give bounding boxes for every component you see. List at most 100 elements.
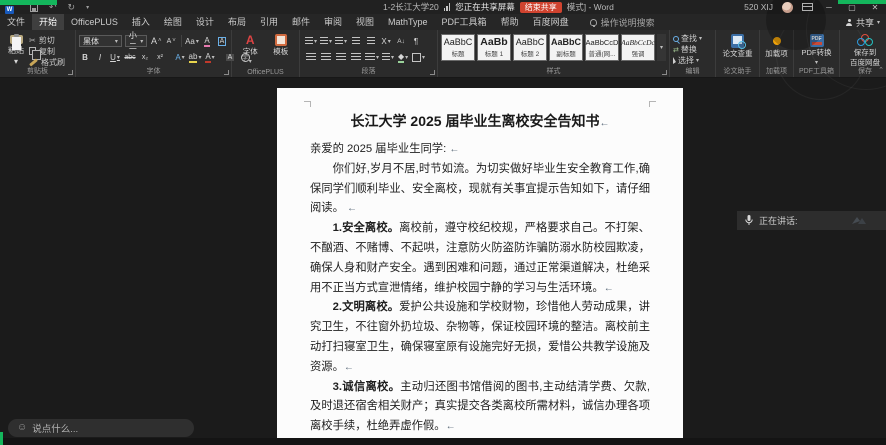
redo-icon[interactable]: ↻	[68, 2, 76, 13]
align-center-button[interactable]	[320, 51, 332, 64]
tab-文件[interactable]: 文件	[0, 14, 32, 30]
tab-布局[interactable]: 布局	[221, 14, 253, 30]
numbered-list-icon	[320, 37, 328, 45]
styles-dialog-launcher-icon[interactable]	[662, 70, 667, 75]
style-card-6[interactable]: AaBbCcDc强调	[621, 34, 655, 61]
tab-邮件[interactable]: 邮件	[285, 14, 317, 30]
paste-button[interactable]: 粘贴 ▾	[3, 33, 29, 66]
bullet-list-button[interactable]: ▾	[305, 35, 317, 48]
grow-font-button[interactable]: A˄	[150, 35, 162, 48]
numbered-list-button[interactable]: ▾	[320, 35, 332, 48]
character-border-button[interactable]: A	[216, 35, 228, 48]
multilevel-list-button[interactable]: ▾	[335, 35, 347, 48]
clipboard-dialog-launcher-icon[interactable]	[68, 70, 73, 75]
end-share-button[interactable]: 结束共享	[520, 2, 562, 13]
font-dialog-launcher-icon[interactable]	[224, 70, 229, 75]
paper-assistant-group-label: 论文助手	[716, 66, 759, 76]
clear-formatting-button[interactable]: A	[201, 35, 213, 48]
line-spacing-button[interactable]: ▾	[382, 51, 394, 64]
show-marks-button[interactable]: ¶	[410, 35, 422, 48]
paragraph-dialog-launcher-icon[interactable]	[430, 70, 435, 75]
officeplus-font-button[interactable]: A 字体 ▾	[243, 34, 258, 66]
tab-审阅[interactable]: 审阅	[317, 14, 349, 30]
increase-indent-button[interactable]	[365, 35, 377, 48]
word-app-icon[interactable]: W	[5, 6, 14, 14]
asian-layout-icon: X	[381, 37, 386, 46]
pdf-convert-button[interactable]: PDF转换 ▾	[802, 34, 832, 67]
meeting-chat-input[interactable]: ☺ 说点什么...	[8, 419, 194, 437]
highlight-color-button[interactable]: ab▾	[189, 51, 201, 64]
cut-button[interactable]: ✂剪切	[29, 35, 65, 45]
distribute-button[interactable]: ▾	[365, 51, 379, 64]
text-effects-button[interactable]: A▾	[174, 51, 186, 64]
more-styles-button[interactable]: ▾	[657, 34, 666, 61]
align-left-button[interactable]	[305, 51, 317, 64]
officeplus-template-button[interactable]: 模板	[273, 34, 288, 56]
superscript-button[interactable]: x²	[154, 51, 166, 64]
document-page[interactable]: 长江大学 2025 届毕业生离校安全告知书← 亲爱的 2025 届毕业生同学: …	[277, 88, 683, 438]
underline-button[interactable]: U▾	[109, 51, 121, 64]
tab-百度网盘[interactable]: 百度网盘	[526, 14, 576, 30]
bold-button[interactable]: B	[79, 51, 91, 64]
tab-插入[interactable]: 插入	[125, 14, 157, 30]
justify-button[interactable]	[350, 51, 362, 64]
shading-button[interactable]: ◆▾	[397, 51, 409, 64]
sort-button[interactable]: A↓	[395, 35, 407, 48]
tab-OfficePLUS[interactable]: OfficePLUS	[64, 14, 125, 30]
strikethrough-button[interactable]: abc	[124, 51, 136, 64]
tab-视图[interactable]: 视图	[349, 14, 381, 30]
decrease-indent-button[interactable]	[350, 35, 362, 48]
save-to-netdisk-button[interactable]: 保存到 百度网盘	[850, 34, 880, 67]
italic-button[interactable]: I	[94, 51, 106, 64]
ribbon-display-options-icon[interactable]	[802, 3, 813, 11]
smiley-icon[interactable]: ☺	[17, 423, 27, 433]
addins-button[interactable]: 加载项	[765, 34, 788, 58]
copy-button[interactable]: 复制	[29, 46, 65, 56]
font-name-combo[interactable]: 黑体▾	[79, 35, 122, 47]
tab-开始[interactable]: 开始	[32, 14, 64, 30]
paper-check-button[interactable]: 论文查重	[723, 34, 753, 58]
shrink-font-button[interactable]: A˅	[165, 35, 177, 48]
tab-引用[interactable]: 引用	[253, 14, 285, 30]
tab-绘图[interactable]: 绘图	[157, 14, 189, 30]
borders-grid-icon	[412, 53, 421, 62]
tab-帮助[interactable]: 帮助	[494, 14, 526, 30]
collapse-ribbon-icon[interactable]: ⌃	[878, 66, 884, 74]
replace-button[interactable]: ⇄替换	[673, 44, 712, 55]
share-button[interactable]: 共享 ▾	[846, 14, 880, 30]
select-button[interactable]: 选择▾	[673, 55, 712, 66]
speaking-label: 正在讲话:	[759, 214, 798, 227]
minimize-button[interactable]: ─	[822, 3, 836, 12]
window-title: 1-2长江大学20 您正在共享屏幕 结束共享 模式] - Word	[383, 1, 614, 13]
style-card-3[interactable]: AaBbC标题 2	[513, 34, 547, 61]
save-to-label-line1: 保存到	[854, 49, 877, 57]
style-card-4[interactable]: AaBbC副标题	[549, 34, 583, 61]
font-color-button[interactable]: A▾	[204, 51, 216, 64]
align-right-button[interactable]	[335, 51, 347, 64]
red-font-icon: A	[246, 34, 255, 46]
ribbon: 粘贴 ▾ ✂剪切 复制 格式刷 剪贴板 黑体▾ 小二▾ A˄ A˅ Aa▾ A …	[0, 30, 886, 78]
speaking-indicator-bar: 正在讲话:	[737, 211, 886, 230]
tab-MathType[interactable]: MathType	[381, 14, 435, 30]
change-case-button[interactable]: Aa▾	[186, 35, 198, 48]
tab-设计[interactable]: 设计	[189, 14, 221, 30]
style-card-1[interactable]: AaBbC标题	[441, 34, 475, 61]
tab-PDF工具箱[interactable]: PDF工具箱	[435, 14, 494, 30]
style-name: 标题 2	[521, 48, 539, 58]
subscript-button[interactable]: x₂	[139, 51, 151, 64]
customize-qat-icon[interactable]: ▾	[86, 4, 89, 11]
clipboard-group: 粘贴 ▾ ✂剪切 复制 格式刷 剪贴板	[0, 30, 76, 77]
find-button[interactable]: 查找▾	[673, 33, 712, 44]
tell-me-search[interactable]: 操作说明搜索	[590, 14, 655, 30]
style-card-5[interactable]: AaBbCcD普通(网...	[585, 34, 619, 61]
document-paragraph: 3.诚信离校。主动归还图书馆借阅的图书,主动结清学费、欠款,及时退还宿舍相关财产…	[310, 378, 650, 437]
styles-group: AaBbC标题AaBb标题 1AaBbC标题 2AaBbC副标题AaBbCcD普…	[438, 30, 670, 77]
template-icon	[275, 34, 287, 46]
style-card-2[interactable]: AaBb标题 1	[477, 34, 511, 61]
document-area[interactable]: 长江大学 2025 届毕业生离校安全告知书← 亲爱的 2025 届毕业生同学: …	[0, 78, 886, 438]
user-avatar[interactable]	[782, 2, 793, 13]
borders-button[interactable]: ▾	[412, 51, 425, 64]
asian-layout-button[interactable]: X▾	[380, 35, 392, 48]
underline-icon: U	[110, 53, 116, 62]
font-size-combo[interactable]: 小二▾	[125, 35, 147, 47]
